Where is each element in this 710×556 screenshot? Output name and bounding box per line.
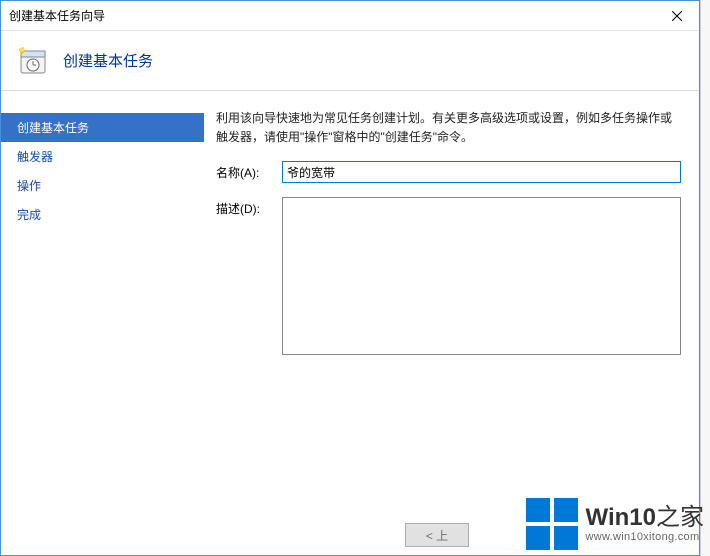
wizard-header: 创建基本任务 [1, 31, 699, 91]
wizard-footer: < 上 [405, 523, 469, 547]
close-button[interactable] [654, 1, 699, 30]
description-row: 描述(D): [216, 197, 681, 355]
wizard-heading: 创建基本任务 [63, 50, 153, 71]
step-action[interactable]: 操作 [1, 171, 204, 200]
back-button: < 上 [405, 523, 469, 547]
name-input[interactable] [282, 161, 681, 183]
titlebar: 创建基本任务向导 [1, 1, 699, 31]
step-create-basic-task[interactable]: 创建基本任务 [1, 113, 204, 142]
description-label: 描述(D): [216, 197, 274, 217]
instructions-text: 利用该向导快速地为常见任务创建计划。有关更多高级选项或设置，例如多任务操作或触发… [216, 109, 681, 147]
wizard-main: 利用该向导快速地为常见任务创建计划。有关更多高级选项或设置，例如多任务操作或触发… [204, 91, 699, 555]
wizard-icon [17, 45, 49, 77]
name-label: 名称(A): [216, 161, 274, 181]
wizard-steps: 创建基本任务 触发器 操作 完成 [1, 91, 204, 555]
step-trigger[interactable]: 触发器 [1, 142, 204, 171]
description-input[interactable] [282, 197, 681, 355]
background-edge [700, 0, 710, 556]
name-row: 名称(A): [216, 161, 681, 183]
close-icon [672, 11, 682, 21]
step-finish[interactable]: 完成 [1, 200, 204, 229]
wizard-body: 创建基本任务 触发器 操作 完成 利用该向导快速地为常见任务创建计划。有关更多高… [1, 91, 699, 555]
wizard-window: 创建基本任务向导 创建基本任务 创建基本任务 触发器 操作 完成 利用该向导快速… [0, 0, 700, 556]
window-title: 创建基本任务向导 [9, 7, 105, 24]
